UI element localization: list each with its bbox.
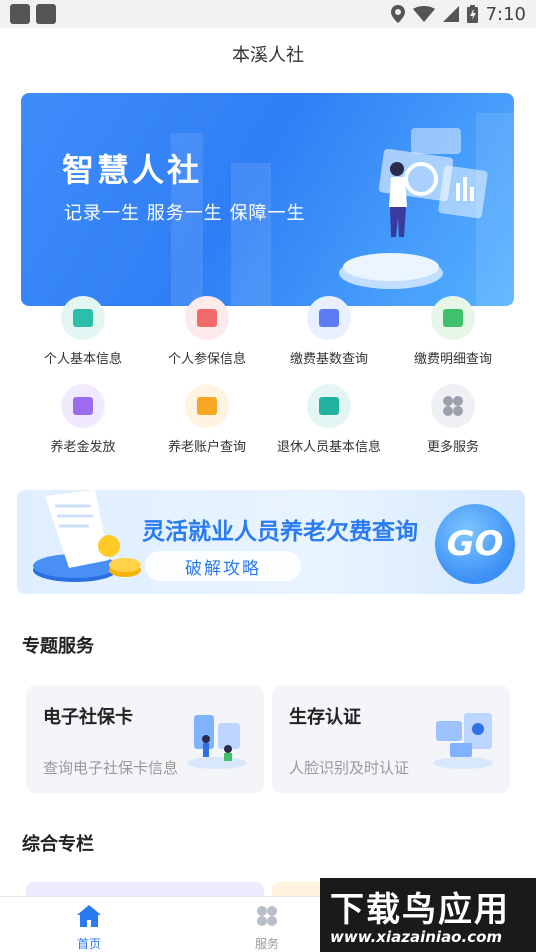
face-auth-illustration bbox=[433, 713, 493, 769]
service-label: 退休人员基本信息 bbox=[276, 440, 381, 455]
battery-icon bbox=[466, 5, 478, 23]
watermark-title: 下载鸟应用 bbox=[330, 890, 510, 930]
card-title: 电子社保卡 bbox=[43, 707, 133, 728]
service-label: 养老账户查询 bbox=[167, 440, 246, 455]
watermark: 下载鸟应用 www.xiazainiao.com bbox=[320, 878, 536, 952]
service-pension-payout[interactable]: 养老金发放 bbox=[16, 384, 150, 455]
card-subtitle: 人脸识别及时认证 bbox=[289, 759, 410, 777]
service-label: 个人参保信息 bbox=[167, 352, 246, 367]
notification-icon bbox=[10, 4, 30, 24]
page-title: 本溪人社 bbox=[232, 45, 304, 66]
building-decoration bbox=[231, 163, 271, 306]
tab-label: 首页 bbox=[76, 937, 101, 951]
service-retiree-info[interactable]: 退休人员基本信息 bbox=[262, 384, 396, 455]
social-card-illustration bbox=[187, 715, 247, 769]
promo-guide-button[interactable]: 破解攻略 bbox=[145, 551, 301, 581]
payment-base-icon bbox=[319, 309, 339, 327]
banner-slogan: 记录一生 服务一生 保障一生 bbox=[64, 203, 306, 224]
retiree-card-icon bbox=[319, 397, 339, 415]
service-payment-base[interactable]: 缴费基数查询 bbox=[262, 296, 396, 367]
document-icon bbox=[197, 309, 217, 327]
service-more[interactable]: 更多服务 bbox=[386, 384, 520, 455]
service-label: 养老金发放 bbox=[50, 440, 116, 455]
service-insurance-info[interactable]: 个人参保信息 bbox=[140, 296, 274, 367]
tab-home[interactable]: 首页 bbox=[22, 897, 156, 952]
notification-icon bbox=[36, 4, 56, 24]
promo-go-button[interactable]: GO bbox=[435, 504, 515, 584]
service-label: 缴费明细查询 bbox=[413, 352, 492, 367]
location-icon bbox=[390, 5, 405, 23]
service-label: 更多服务 bbox=[426, 440, 479, 455]
section-title-special: 专题服务 bbox=[22, 636, 94, 657]
clock: 7:10 bbox=[485, 3, 526, 25]
smart-hr-illustration bbox=[339, 128, 488, 289]
banner-headline: 智慧人社 bbox=[62, 151, 203, 189]
card-social-security[interactable]: 电子社保卡 查询电子社保卡信息 bbox=[26, 685, 264, 793]
section-title-column: 综合专栏 bbox=[22, 834, 94, 855]
service-payment-details[interactable]: 缴费明细查询 bbox=[386, 296, 520, 367]
service-label: 缴费基数查询 bbox=[289, 352, 368, 367]
status-bar: 7:10 bbox=[0, 0, 536, 28]
card-title: 生存认证 bbox=[289, 707, 361, 728]
card-liveness-auth[interactable]: 生存认证 人脸识别及时认证 bbox=[272, 685, 510, 793]
promo-title: 灵活就业人员养老欠费查询 bbox=[142, 519, 418, 545]
wifi-icon bbox=[412, 6, 435, 22]
id-card-icon bbox=[73, 309, 93, 327]
service-label: 个人基本信息 bbox=[43, 352, 122, 367]
tab-label: 服务 bbox=[254, 937, 279, 951]
account-icon bbox=[197, 397, 217, 415]
more-grid-icon bbox=[443, 396, 463, 416]
card-subtitle: 查询电子社保卡信息 bbox=[43, 759, 179, 777]
services-grid-icon bbox=[257, 906, 277, 926]
home-icon bbox=[77, 905, 101, 927]
signal-icon bbox=[442, 6, 459, 22]
promo-banner[interactable]: 灵活就业人员养老欠费查询 破解攻略 GO bbox=[17, 490, 525, 594]
hero-banner[interactable]: 智慧人社 记录一生 服务一生 保障一生 bbox=[21, 93, 514, 306]
app-header: 本溪人社 bbox=[0, 28, 536, 80]
service-personal-info[interactable]: 个人基本信息 bbox=[16, 296, 150, 367]
pension-icon bbox=[73, 397, 93, 415]
watermark-url: www.xiazainiao.com bbox=[330, 928, 503, 946]
tab-services[interactable]: 服务 bbox=[200, 897, 334, 952]
receipt-coin-illustration bbox=[33, 490, 141, 582]
receipt-icon bbox=[443, 309, 463, 327]
service-pension-account[interactable]: 养老账户查询 bbox=[140, 384, 274, 455]
